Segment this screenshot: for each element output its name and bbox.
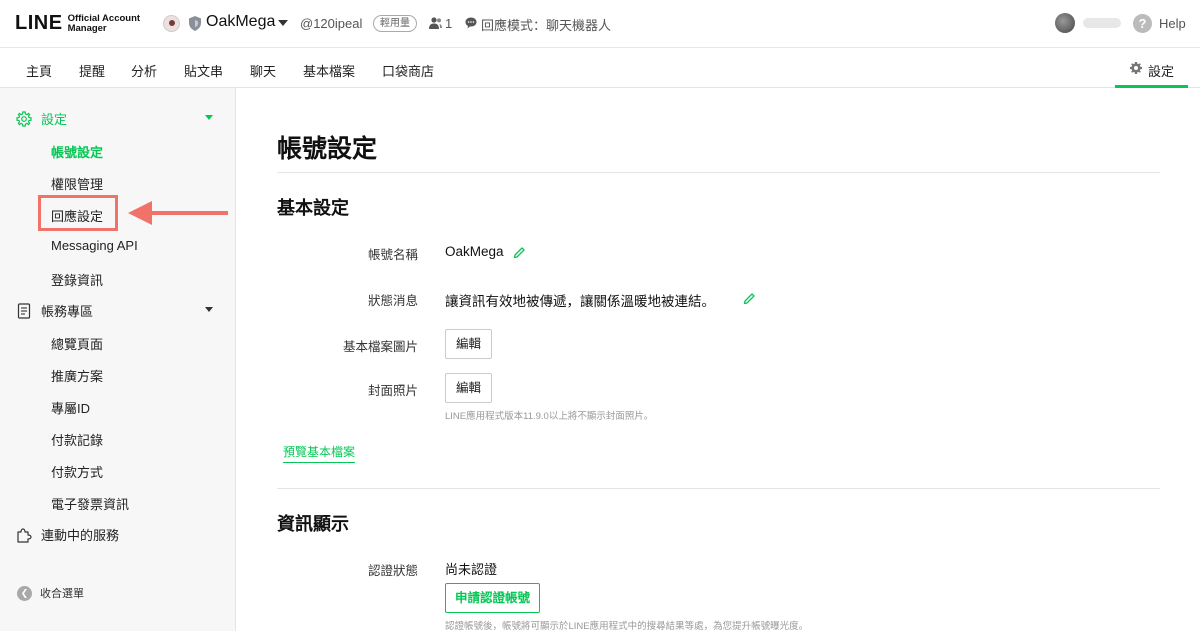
- line-oa-manager-logo[interactable]: LINE Official Account Manager: [15, 12, 140, 35]
- tab-chat[interactable]: 聊天: [250, 61, 276, 80]
- apply-verified-account-button[interactable]: 申請認證帳號: [445, 583, 541, 613]
- collapse-menu-label: 收合選單: [40, 588, 84, 600]
- edit-profile-image-button[interactable]: 編輯: [445, 329, 493, 359]
- pencil-icon[interactable]: [743, 292, 756, 305]
- tab-pocket-shop[interactable]: 口袋商店: [382, 61, 434, 80]
- edit-cover-photo-button[interactable]: 編輯: [445, 373, 493, 403]
- sidebar-item-login-info[interactable]: 登錄資訊: [51, 270, 103, 289]
- sidebar-group-linked-services-label: 連動中的服務: [41, 528, 120, 543]
- document-icon: [17, 302, 31, 319]
- tab-settings[interactable]: 設定: [1115, 48, 1188, 88]
- tab-settings-label: 設定: [1148, 64, 1175, 79]
- account-name-value: OakMega: [445, 244, 504, 259]
- account-avatar[interactable]: [163, 15, 180, 32]
- gear-icon: [1130, 62, 1142, 74]
- verification-status-value: 尚未認證: [445, 562, 498, 577]
- caret-down-icon[interactable]: [205, 307, 213, 312]
- cover-photo-label: 封面照片: [367, 384, 418, 398]
- caret-down-icon[interactable]: [205, 115, 213, 120]
- tab-reminders[interactable]: 提醒: [79, 61, 105, 80]
- sidebar-item-permissions[interactable]: 權限管理: [51, 174, 103, 193]
- logo-subtitle: Official Account Manager: [67, 13, 141, 34]
- user-avatar[interactable]: [1055, 13, 1075, 33]
- main-tab-bar: 主頁 提醒 分析 貼文串 聊天 基本檔案 口袋商店: [0, 48, 1200, 88]
- section-title-basic: 基本設定: [277, 198, 349, 218]
- sidebar-group-linked-services[interactable]: 連動中的服務: [16, 525, 119, 544]
- user-name-redacted: [1083, 18, 1121, 28]
- verification-status-label: 認證狀態: [367, 564, 418, 578]
- tab-profile[interactable]: 基本檔案: [303, 61, 355, 80]
- account-switcher[interactable]: OakMega: [206, 13, 275, 31]
- divider: [277, 172, 1160, 173]
- tab-home[interactable]: 主頁: [26, 61, 52, 80]
- annotation-highlight-box: [38, 195, 118, 231]
- verification-note: 認證帳號後，帳號將可顯示於LINE應用程式中的搜尋結果等處，為您提升帳號曝光度。: [445, 621, 809, 631]
- tab-analytics[interactable]: 分析: [131, 61, 157, 80]
- tab-timeline[interactable]: 貼文串: [184, 61, 223, 80]
- preview-profile-link[interactable]: 預覽基本檔案: [283, 443, 356, 463]
- account-name-label: 帳號名稱: [367, 248, 418, 262]
- help-icon[interactable]: ?: [1133, 14, 1152, 33]
- sidebar-item-payment-methods[interactable]: 付款方式: [51, 462, 103, 481]
- sidebar-item-premium-id[interactable]: 專屬ID: [51, 398, 90, 417]
- page-title: 帳號設定: [277, 135, 378, 163]
- collapse-menu-button[interactable]: ❮ 收合選單: [17, 585, 84, 601]
- sidebar-group-settings[interactable]: 設定: [16, 109, 67, 128]
- pencil-icon[interactable]: [513, 246, 526, 259]
- section-title-info-display: 資訊顯示: [277, 514, 349, 534]
- chevron-down-icon[interactable]: [278, 20, 288, 26]
- status-message-label: 狀態消息: [367, 294, 418, 308]
- sidebar-item-payment-history[interactable]: 付款記錄: [51, 430, 103, 449]
- divider: [277, 488, 1160, 489]
- chevron-left-icon: ❮: [17, 585, 32, 601]
- sidebar: 設定 帳號設定 權限管理 回應設定 Messaging API 登錄資訊 帳務專…: [0, 88, 236, 631]
- annotation-arrow-icon: [128, 201, 228, 225]
- logo-line-text: LINE: [15, 12, 63, 34]
- sidebar-group-settings-label: 設定: [41, 112, 68, 127]
- profile-image-label: 基本檔案圖片: [342, 340, 418, 354]
- sidebar-item-messaging-api[interactable]: Messaging API: [51, 238, 138, 253]
- gear-icon: [16, 110, 32, 127]
- friends-icon: [429, 17, 442, 29]
- sidebar-item-account-settings[interactable]: 帳號設定: [51, 142, 103, 161]
- shield-icon: [189, 16, 201, 31]
- sidebar-group-billing[interactable]: 帳務專區: [16, 301, 93, 320]
- account-id: @120ipeal: [300, 16, 363, 31]
- help-link[interactable]: Help: [1159, 16, 1186, 31]
- top-bar: LINE Official Account Manager OakMega @1…: [0, 0, 1200, 48]
- logo-subtitle-line-2: Manager: [67, 22, 107, 34]
- reply-mode-status[interactable]: 回應模式：聊天機器人: [481, 15, 611, 34]
- chat-bubble-icon: [465, 17, 477, 29]
- status-message-value: 讓資訊有效地被傳遞，讓關係溫暖地被連結。: [445, 294, 715, 309]
- cover-photo-note: LINE應用程式版本11.9.0以上將不顯示封面照片。: [445, 411, 654, 422]
- sidebar-group-billing-label: 帳務專區: [41, 304, 94, 319]
- friends-count: 1: [445, 16, 453, 31]
- sidebar-item-overview[interactable]: 總覽頁面: [51, 334, 103, 353]
- sidebar-item-plans[interactable]: 推廣方案: [51, 366, 103, 385]
- plan-badge: 輕用量: [373, 15, 417, 32]
- puzzle-icon: [17, 527, 32, 543]
- main-content: 帳號設定 基本設定 帳號名稱 OakMega 狀態消息 讓資訊有效地被傳遞，讓關…: [236, 88, 1200, 631]
- sidebar-item-e-invoice[interactable]: 電子發票資訊: [51, 494, 129, 513]
